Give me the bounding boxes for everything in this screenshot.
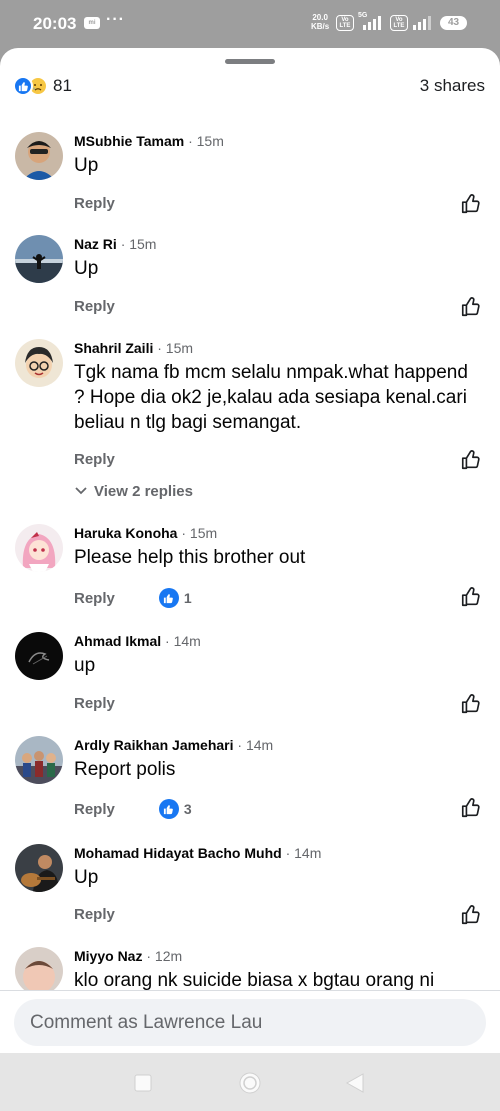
comment-text: Up bbox=[74, 155, 99, 176]
chevron-down-icon bbox=[75, 487, 87, 495]
avatar[interactable] bbox=[15, 632, 63, 680]
reactions-summary[interactable]: 81 bbox=[13, 75, 72, 97]
like-thumb-icon[interactable] bbox=[460, 193, 482, 215]
drag-handle[interactable] bbox=[225, 59, 275, 64]
comments-sheet: 81 3 shares MSubhie Tamam · 15m Up Reply… bbox=[0, 48, 500, 1053]
system-nav-bar bbox=[0, 1053, 500, 1111]
view-replies-label: View 2 replies bbox=[94, 482, 193, 500]
network-speed: 20.0 KB/s bbox=[311, 13, 329, 31]
back-icon[interactable] bbox=[343, 1071, 367, 1095]
reply-button[interactable]: Reply bbox=[74, 695, 115, 712]
shares-count[interactable]: 3 shares bbox=[420, 76, 485, 96]
like-icon bbox=[13, 76, 33, 96]
comment-actions: Reply bbox=[74, 693, 115, 713]
comment-text: Tgk nama fb mcm selalu nmpak.what happen… bbox=[74, 362, 468, 433]
reply-button[interactable]: Reply bbox=[74, 195, 115, 212]
comment-author[interactable]: Mohamad Hidayat Bacho Muhd bbox=[74, 845, 282, 861]
comment-author[interactable]: Haruka Konoha bbox=[74, 525, 177, 541]
reaction-count: 81 bbox=[53, 76, 72, 95]
like-thumb-icon[interactable] bbox=[460, 449, 482, 471]
comment-actions: Reply bbox=[74, 296, 115, 316]
reply-button[interactable]: Reply bbox=[74, 801, 115, 818]
comment-author[interactable]: Ahmad Ikmal bbox=[74, 633, 161, 649]
home-icon[interactable] bbox=[238, 1071, 262, 1095]
comment-time: · 15m bbox=[157, 340, 194, 356]
comment-actions: Reply 1 bbox=[74, 588, 192, 608]
avatar[interactable] bbox=[15, 844, 63, 892]
recents-icon[interactable] bbox=[131, 1071, 155, 1095]
comment-actions: Reply bbox=[74, 449, 115, 469]
network-speed-unit: KB/s bbox=[311, 22, 330, 31]
like-thumb-icon[interactable] bbox=[460, 296, 482, 318]
like-thumb-icon[interactable] bbox=[460, 904, 482, 926]
volte-bottom-label: LTE bbox=[339, 23, 351, 29]
notification-app-icon: mi bbox=[84, 17, 100, 29]
like-badge-icon bbox=[158, 799, 179, 819]
volte-icon: Vo LTE bbox=[336, 15, 354, 31]
comment-composer bbox=[0, 990, 500, 1053]
avatar[interactable] bbox=[15, 947, 63, 995]
comment-author[interactable]: Ardly Raikhan Jamehari bbox=[74, 737, 234, 753]
comment-text: Please help this brother out bbox=[74, 547, 306, 568]
signal-icon-2 bbox=[413, 16, 431, 30]
like-thumb-icon[interactable] bbox=[460, 797, 482, 819]
comment-author[interactable]: MSubhie Tamam bbox=[74, 133, 184, 149]
volte-bottom-label-2: LTE bbox=[393, 23, 405, 29]
comment-text: Up bbox=[74, 867, 99, 888]
status-time: 20:03 bbox=[33, 14, 77, 33]
avatar[interactable] bbox=[15, 524, 63, 572]
like-thumb-icon[interactable] bbox=[460, 693, 482, 715]
comment-text: Up bbox=[74, 258, 99, 279]
comment-actions: Reply bbox=[74, 904, 115, 924]
reply-button[interactable]: Reply bbox=[74, 590, 115, 607]
reaction-summary[interactable]: 3 bbox=[158, 799, 192, 819]
battery-icon: 43 bbox=[440, 16, 467, 30]
network-speed-value: 20.0 bbox=[312, 13, 328, 22]
like-badge-icon bbox=[158, 588, 179, 608]
comment-actions: Reply 3 bbox=[74, 799, 192, 819]
volte-icon-2: Vo LTE bbox=[390, 15, 408, 31]
status-bar: 20:03 mi ··· 20.0 KB/s Vo LTE 5G Vo LTE … bbox=[0, 0, 500, 48]
comment-time: · 15m bbox=[120, 236, 157, 252]
comment-input[interactable] bbox=[14, 999, 486, 1046]
reaction-count: 1 bbox=[183, 590, 192, 606]
reply-button[interactable]: Reply bbox=[74, 451, 115, 468]
reply-button[interactable]: Reply bbox=[74, 298, 115, 315]
like-thumb-icon[interactable] bbox=[460, 586, 482, 608]
avatar[interactable] bbox=[15, 339, 63, 387]
comment-time: · 14m bbox=[165, 633, 201, 649]
comment-time: · 15m bbox=[188, 133, 224, 149]
more-notifications-icon: ··· bbox=[106, 11, 125, 28]
comment-text: Report polis bbox=[74, 759, 176, 780]
comment-text: up bbox=[74, 655, 96, 676]
signal-icon bbox=[363, 16, 381, 30]
reply-button[interactable]: Reply bbox=[74, 906, 115, 923]
avatar[interactable] bbox=[15, 736, 63, 784]
comment-author[interactable]: Naz Ri bbox=[74, 236, 117, 252]
comment-author[interactable]: Miyyo Naz bbox=[74, 948, 142, 964]
comment-author[interactable]: Shahril Zaili bbox=[74, 340, 153, 356]
comment-time: · 12m bbox=[146, 948, 183, 964]
comment-time: · 14m bbox=[285, 845, 322, 861]
reaction-count: 3 bbox=[183, 801, 192, 817]
comment-time: · 15m bbox=[181, 525, 218, 541]
comment-time: · 14m bbox=[237, 737, 274, 753]
view-replies-button[interactable]: View 2 replies bbox=[74, 481, 193, 501]
comment-actions: Reply bbox=[74, 193, 115, 213]
avatar[interactable] bbox=[15, 132, 63, 180]
avatar[interactable] bbox=[15, 235, 63, 283]
reaction-summary[interactable]: 1 bbox=[158, 588, 192, 608]
